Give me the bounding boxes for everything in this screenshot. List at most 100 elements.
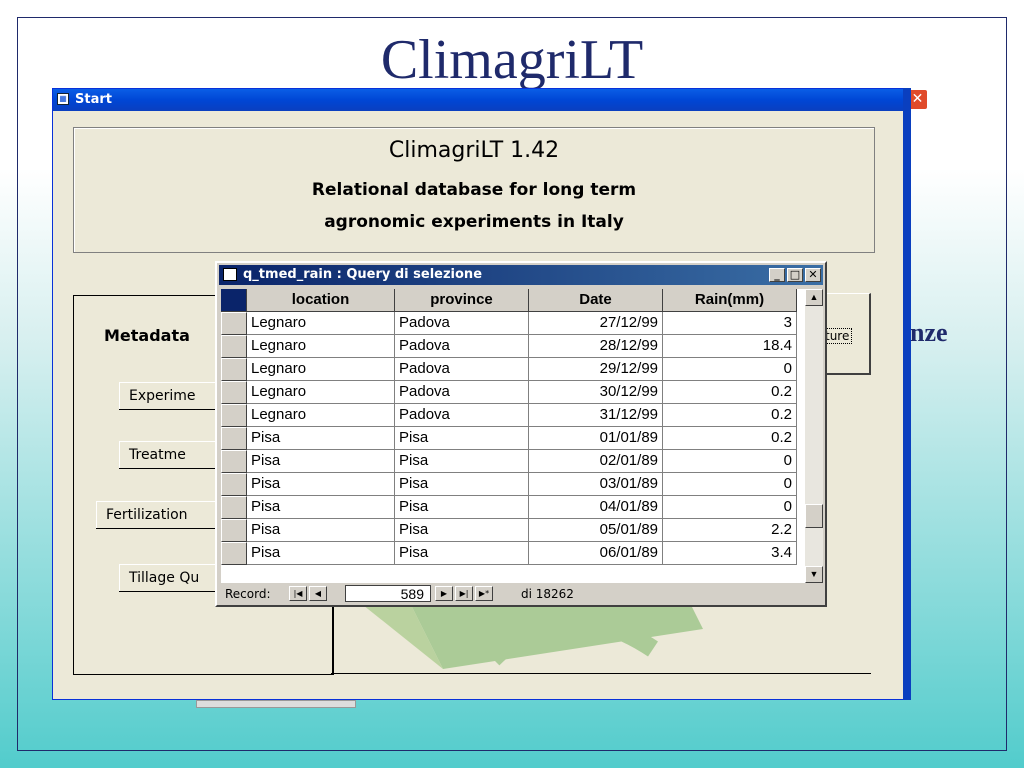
cell-location[interactable]: Pisa xyxy=(247,427,395,450)
row-selector[interactable] xyxy=(221,335,247,358)
table-row[interactable]: Legnaro Padova 31/12/99 0.2 xyxy=(221,404,805,427)
cell-rain[interactable]: 0 xyxy=(663,496,797,519)
row-selector[interactable] xyxy=(221,427,247,450)
cell-province[interactable]: Padova xyxy=(395,312,529,335)
start-window-border xyxy=(903,88,911,700)
metadata-title: Metadata xyxy=(104,326,190,345)
table-row[interactable]: Pisa Pisa 06/01/89 3.4 xyxy=(221,542,805,565)
start-titlebar[interactable]: ▦ Start xyxy=(53,89,910,111)
cell-province[interactable]: Pisa xyxy=(395,542,529,565)
cell-rain[interactable]: 18.4 xyxy=(663,335,797,358)
cell-rain[interactable]: 0 xyxy=(663,473,797,496)
cell-location[interactable]: Legnaro xyxy=(247,381,395,404)
cell-rain[interactable]: 2.2 xyxy=(663,519,797,542)
app-version: ClimagriLT 1.42 xyxy=(388,138,560,163)
table-row[interactable]: Legnaro Padova 30/12/99 0.2 xyxy=(221,381,805,404)
row-selector[interactable] xyxy=(221,381,247,404)
cell-date[interactable]: 29/12/99 xyxy=(529,358,663,381)
cell-date[interactable]: 27/12/99 xyxy=(529,312,663,335)
cell-date[interactable]: 30/12/99 xyxy=(529,381,663,404)
table-row[interactable]: Pisa Pisa 01/01/89 0.2 xyxy=(221,427,805,450)
query-window-title: q_tmed_rain : Query di selezione xyxy=(243,267,483,282)
table-row[interactable]: Legnaro Padova 27/12/99 3 xyxy=(221,312,805,335)
cell-rain[interactable]: 0 xyxy=(663,358,797,381)
record-total: di 18262 xyxy=(521,587,574,601)
first-record-icon[interactable]: |◀ xyxy=(289,586,307,601)
cell-location[interactable]: Pisa xyxy=(247,519,395,542)
cell-location[interactable]: Legnaro xyxy=(247,335,395,358)
column-header-location[interactable]: location xyxy=(247,289,395,312)
last-record-icon[interactable]: ▶| xyxy=(455,586,473,601)
cell-location[interactable]: Legnaro xyxy=(247,312,395,335)
cell-date[interactable]: 04/01/89 xyxy=(529,496,663,519)
start-window-title: Start xyxy=(75,92,112,107)
cell-rain[interactable]: 0.2 xyxy=(663,381,797,404)
cell-province[interactable]: Padova xyxy=(395,404,529,427)
cell-date[interactable]: 05/01/89 xyxy=(529,519,663,542)
record-navigation-bar: Record: |◀ ◀ 589 ▶ ▶| ▶* di 18262 xyxy=(221,585,821,603)
row-selector[interactable] xyxy=(221,542,247,565)
record-number-field[interactable]: 589 xyxy=(345,585,431,602)
cell-date[interactable]: 03/01/89 xyxy=(529,473,663,496)
select-all-corner[interactable] xyxy=(221,289,247,312)
minimize-icon[interactable]: _ xyxy=(769,268,785,282)
scroll-down-icon[interactable]: ▼ xyxy=(805,566,823,583)
row-selector[interactable] xyxy=(221,404,247,427)
cell-date[interactable]: 02/01/89 xyxy=(529,450,663,473)
column-header-date[interactable]: Date xyxy=(529,289,663,312)
cell-location[interactable]: Pisa xyxy=(247,542,395,565)
vertical-scrollbar[interactable]: ▲ ▼ xyxy=(805,289,823,583)
table-row[interactable]: Pisa Pisa 04/01/89 0 xyxy=(221,496,805,519)
row-selector[interactable] xyxy=(221,473,247,496)
cell-location[interactable]: Pisa xyxy=(247,473,395,496)
row-selector[interactable] xyxy=(221,519,247,542)
table-row[interactable]: Legnaro Padova 28/12/99 18.4 xyxy=(221,335,805,358)
query-titlebar[interactable]: q_tmed_rain : Query di selezione _ □ ✕ xyxy=(219,265,823,285)
cell-rain[interactable]: 0.2 xyxy=(663,427,797,450)
cell-province[interactable]: Pisa xyxy=(395,496,529,519)
cell-location[interactable]: Pisa xyxy=(247,496,395,519)
cell-date[interactable]: 28/12/99 xyxy=(529,335,663,358)
next-record-icon[interactable]: ▶ xyxy=(435,586,453,601)
cell-province[interactable]: Padova xyxy=(395,358,529,381)
row-selector[interactable] xyxy=(221,450,247,473)
scroll-thumb[interactable] xyxy=(805,504,823,528)
app-description-line1: Relational database for long term xyxy=(311,180,637,200)
row-selector[interactable] xyxy=(221,496,247,519)
cell-location[interactable]: Pisa xyxy=(247,450,395,473)
grid-header-row: location province Date Rain(mm) xyxy=(221,289,805,312)
cell-date[interactable]: 06/01/89 xyxy=(529,542,663,565)
cell-date[interactable]: 31/12/99 xyxy=(529,404,663,427)
app-description-line2: agronomic experiments in Italy xyxy=(324,212,624,232)
cell-province[interactable]: Padova xyxy=(395,335,529,358)
cell-location[interactable]: Legnaro xyxy=(247,358,395,381)
table-row[interactable]: Pisa Pisa 05/01/89 2.2 xyxy=(221,519,805,542)
maximize-icon[interactable]: □ xyxy=(787,268,803,282)
form-icon: ▦ xyxy=(57,93,69,105)
slide-text-fragment: nze xyxy=(910,318,948,347)
cell-date[interactable]: 01/01/89 xyxy=(529,427,663,450)
cell-rain[interactable]: 3.4 xyxy=(663,542,797,565)
scroll-up-icon[interactable]: ▲ xyxy=(805,289,823,306)
table-row[interactable]: Pisa Pisa 03/01/89 0 xyxy=(221,473,805,496)
cell-province[interactable]: Pisa xyxy=(395,473,529,496)
cell-rain[interactable]: 0 xyxy=(663,450,797,473)
table-row[interactable]: Pisa Pisa 02/01/89 0 xyxy=(221,450,805,473)
new-record-icon[interactable]: ▶* xyxy=(475,586,493,601)
column-header-rain[interactable]: Rain(mm) xyxy=(663,289,797,312)
cell-province[interactable]: Pisa xyxy=(395,427,529,450)
row-selector[interactable] xyxy=(221,312,247,335)
table-row[interactable]: Legnaro Padova 29/12/99 0 xyxy=(221,358,805,381)
close-icon[interactable]: ✕ xyxy=(805,268,821,282)
datasheet-icon xyxy=(223,268,237,281)
cell-province[interactable]: Pisa xyxy=(395,519,529,542)
cell-location[interactable]: Legnaro xyxy=(247,404,395,427)
cell-rain[interactable]: 0.2 xyxy=(663,404,797,427)
datasheet-grid: location province Date Rain(mm) Legnaro P… xyxy=(221,289,805,583)
cell-province[interactable]: Padova xyxy=(395,381,529,404)
previous-record-icon[interactable]: ◀ xyxy=(309,586,327,601)
row-selector[interactable] xyxy=(221,358,247,381)
cell-province[interactable]: Pisa xyxy=(395,450,529,473)
cell-rain[interactable]: 3 xyxy=(663,312,797,335)
column-header-province[interactable]: province xyxy=(395,289,529,312)
